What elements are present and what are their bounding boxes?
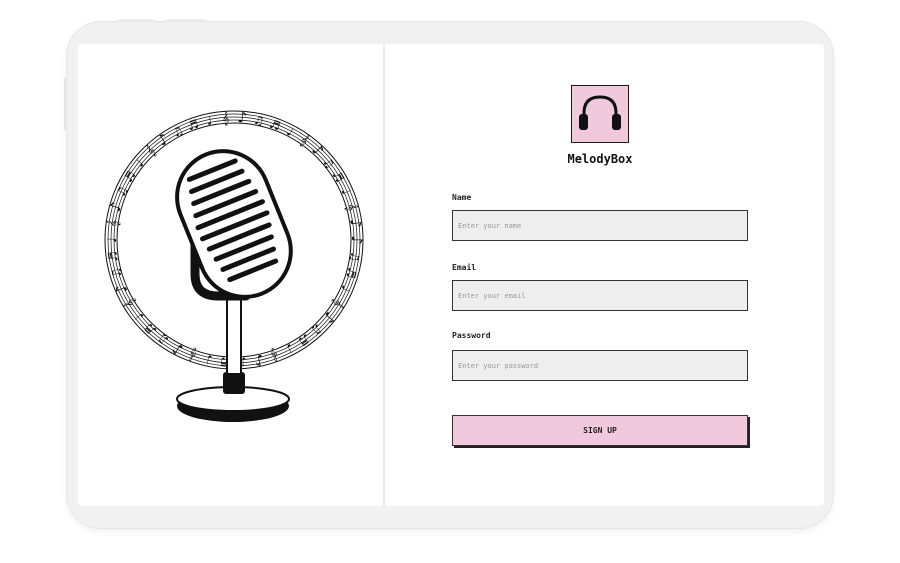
svg-text:♫: ♫ xyxy=(252,113,265,129)
name-label: Name xyxy=(452,193,472,202)
svg-text:♩: ♩ xyxy=(105,237,119,243)
logo xyxy=(571,85,629,143)
svg-text:♬: ♬ xyxy=(296,331,313,349)
svg-text:♪: ♪ xyxy=(348,235,366,245)
svg-text:♬: ♬ xyxy=(343,266,359,280)
svg-text:♫: ♫ xyxy=(155,331,172,349)
svg-text:♩: ♩ xyxy=(205,113,213,128)
svg-text:♫: ♫ xyxy=(114,184,131,199)
microphone-icon xyxy=(175,149,293,422)
svg-text:♩: ♩ xyxy=(284,124,295,139)
signup-panel: MelodyBox Name Email Password SIGN UP xyxy=(385,44,824,506)
svg-text:♫: ♫ xyxy=(108,266,124,280)
email-label: Email xyxy=(452,263,477,272)
svg-text:♪: ♪ xyxy=(319,308,339,327)
illustration-panel: ♪ ♫ ♬ ♩ 𝄞 ♪ ♫ ♬ ♩ 𝄞 ♪ ♫ ♬ ♩ 𝄞 ♪ ♫ ♬ ♩ 𝄞 ♪ ♫ ♬ ♩ 𝄞 ♪ ♫ ♬ ♩ 𝄞 ♪ ♫ ♬ ♩ 𝄞 ♪ ♫ ♬ ♩ 𝄞… xyxy=(78,44,385,506)
brand-name: MelodyBox xyxy=(567,152,633,166)
svg-text:♪: ♪ xyxy=(237,108,248,127)
password-label: Password xyxy=(452,331,491,340)
svg-text:♪: ♪ xyxy=(154,129,172,149)
name-input[interactable] xyxy=(452,210,748,241)
password-input[interactable] xyxy=(452,350,748,381)
email-input[interactable] xyxy=(452,280,748,311)
svg-text:♫: ♫ xyxy=(347,250,362,263)
svg-text:♩: ♩ xyxy=(205,352,213,367)
svg-text:♬: ♬ xyxy=(105,250,120,263)
tablet-screen: ♪ ♫ ♬ ♩ 𝄞 ♪ ♫ ♬ ♩ 𝄞 ♪ ♫ ♬ ♩ 𝄞 ♪ ♫ ♬ ♩ 𝄞 ♪ ♫ ♬ ♩ 𝄞 ♪ ♫ ♬ ♩ 𝄞 ♪ ♫ ♬ ♩ 𝄞 ♪ ♫ ♬ ♩ 𝄞… xyxy=(78,44,824,506)
headphones-icon xyxy=(579,95,621,130)
sign-up-button[interactable]: SIGN UP xyxy=(452,415,748,446)
microphone-illustration: ♪♫♬♩𝄞♪♫♬♩𝄞♪♫♬♩𝄞♪♫♬♩𝄞♪♫♬♩𝄞♪♫♬♩𝄞♪♫ ♬ ♩ 𝄞 ♪ ♫ ♬ ♩𝄞… xyxy=(104,108,366,422)
svg-text:♩: ♩ xyxy=(338,283,353,294)
svg-text:𝄞: 𝄞 xyxy=(297,133,311,149)
svg-text:𝄞: 𝄞 xyxy=(222,111,230,125)
svg-text:♩: ♩ xyxy=(338,186,353,197)
svg-text:♪: ♪ xyxy=(111,281,131,297)
svg-text:♫: ♫ xyxy=(170,123,186,140)
